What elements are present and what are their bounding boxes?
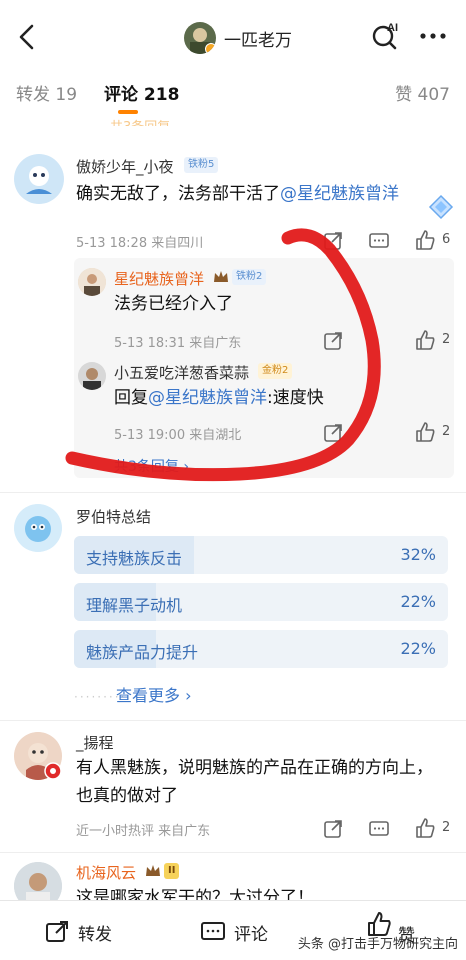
poll-option[interactable]: 支持魅族反击 32% [74,536,448,574]
comment-text: 有人黑魅族，说明魅族的产品在正确的方向上，也真的做对了 [76,758,433,806]
poll-username[interactable]: 罗伯特总结 [76,506,151,527]
flag-icon [44,762,62,780]
see-more-link[interactable]: 查看更多 › [116,682,192,706]
reply-text: 回复@星纪魅族曾洋:速度快 [114,384,324,412]
reply-username[interactable]: 星纪魅族曾洋 [114,268,204,289]
like-count: 2 [442,332,451,347]
poll-option-percent: 32% [400,545,436,564]
comment-icon [201,922,225,940]
more-replies-link[interactable]: 共3条回复 › [114,456,189,476]
top-bar: 一匹老万 AI [0,0,466,70]
repost-label: 转发 [78,924,112,945]
share-icon[interactable] [322,818,344,840]
poll-option-label: 支持魅族反击 [86,549,183,568]
poll-option-percent: 22% [400,639,436,658]
reply-meta: 5-13 19:00 来自湖北 [114,428,242,443]
share-icon[interactable] [322,330,344,352]
fan-badge: 金粉2 [258,363,293,379]
comment-icon[interactable] [368,818,390,840]
like-count: 2 [442,820,451,835]
comment-username[interactable]: _揚程 [76,732,114,753]
bottom-action-bar: 转发 评论 赞 头条 @打击手万物研究主向 [0,900,466,960]
page-title: 一匹老万 [224,30,292,51]
diamond-icon [428,194,454,220]
comment-button[interactable]: 评论 [200,919,268,945]
fan-badge: 铁粉5 [184,157,219,173]
active-tab-indicator [118,110,138,114]
repost-button[interactable]: 转发 [44,919,112,945]
avatar[interactable] [78,268,106,296]
reply-text: 法务已经介入了 [114,294,233,314]
comment-meta: 近一小时热评 来自广东 [76,824,211,839]
like-count: 6 [442,232,451,247]
avatar[interactable] [14,154,64,204]
comment-username[interactable]: 傲娇少年_小夜 [76,156,174,177]
poll-option-label: 理解黑子动机 [86,596,183,615]
watermark: 头条 @打击手万物研究主向 [297,937,458,952]
share-icon[interactable] [322,230,344,252]
reply-suffix: :速度快 [267,388,324,408]
fan-badge: 铁粉2 [232,269,267,285]
scrolled-reply-link[interactable]: 共3条回复 [110,116,170,126]
reply-meta: 5-13 18:31 来自广东 [114,336,242,351]
poll-option-percent: 22% [400,592,436,611]
more-icon[interactable] [418,26,448,46]
poll-option[interactable]: 理解黑子动机 22% [74,583,448,621]
poll-option[interactable]: 魅族产品力提升 22% [74,630,448,668]
share-icon[interactable] [322,422,344,444]
crown-icon [146,865,160,876]
comment-meta: 5-13 18:28 来自四川 [76,236,204,251]
like-count: 2 [442,424,451,439]
like-icon[interactable] [414,329,436,351]
like-icon[interactable] [414,817,436,839]
crown-icon [214,271,228,282]
tab-bar: 转发 19 评论 218 赞 407 [0,70,466,116]
back-icon[interactable] [12,20,42,54]
like-icon[interactable] [414,421,436,443]
comment-label: 评论 [234,924,268,945]
mention-link[interactable]: @星纪魅族曾洋 [148,388,267,408]
comment-text: 确实无敌了，法务部干活了@星纪魅族曾洋 [76,180,436,208]
comment-icon[interactable] [368,230,390,252]
tab-repost[interactable]: 转发 19 [16,80,77,105]
tab-comment[interactable]: 评论 218 [104,80,179,105]
divider [0,492,466,493]
page-title-group[interactable]: 一匹老万 [184,20,292,56]
poll-option-label: 魅族产品力提升 [86,643,199,662]
avatar[interactable] [78,362,106,390]
like-icon[interactable] [414,229,436,251]
comment-text-body: 确实无敌了，法务部干活了 [76,184,280,204]
reply-username[interactable]: 小五爱吃洋葱香菜蒜 [114,362,249,383]
comment-username[interactable]: 机海风云 [76,862,136,883]
level-badge: II [164,863,180,879]
divider [0,852,466,853]
verified-icon [205,43,216,54]
divider [0,720,466,721]
avatar[interactable] [14,504,62,552]
reply-prefix: 回复 [114,388,148,408]
tab-like[interactable]: 赞 407 [395,80,450,105]
author-avatar[interactable] [184,22,216,54]
ai-label: AI [387,22,398,34]
repost-icon [46,921,68,942]
comment-text: 这是哪家水军干的？太过分了！ [76,888,314,900]
ai-search-icon[interactable]: AI [368,18,404,54]
mention-link[interactable]: @星纪魅族曾洋 [280,184,399,204]
red-annotation-mark [65,228,381,482]
